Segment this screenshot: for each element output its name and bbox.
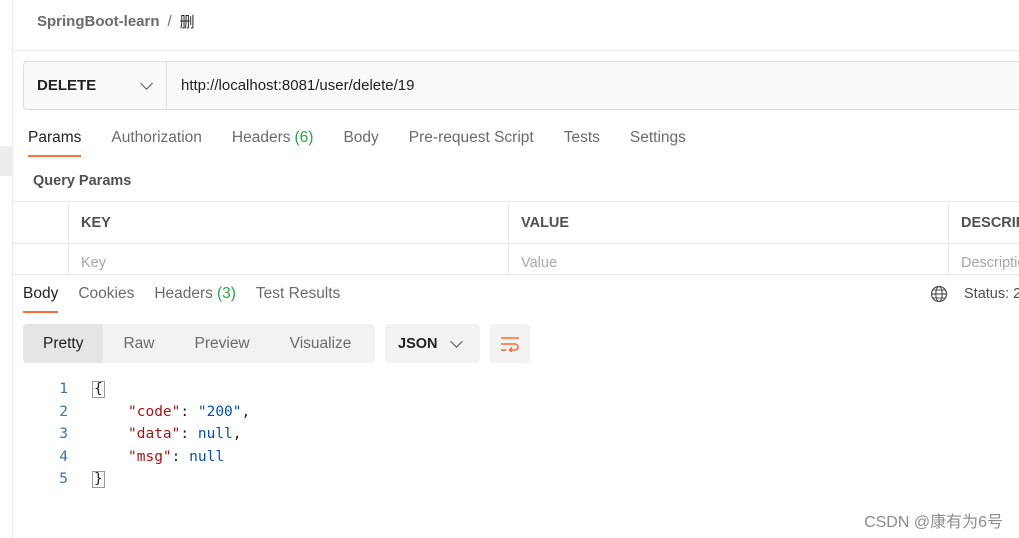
response-tab-body[interactable]: Body	[23, 285, 59, 313]
json-value: null	[189, 448, 225, 465]
line-number: 3	[59, 426, 68, 443]
code-line: 4 "msg": null	[38, 446, 250, 469]
watermark: CSDN @康有为6号	[864, 514, 1003, 531]
json-key: "data"	[128, 426, 181, 443]
code-line: 2 "code": "200",	[38, 401, 250, 424]
query-params-title: Query Params	[33, 173, 132, 189]
view-mode-group: Pretty Raw Preview Visualize	[23, 324, 375, 363]
key-input[interactable]: Key	[68, 244, 508, 275]
response-tab-cookies[interactable]: Cookies	[78, 285, 134, 313]
wrap-lines-icon	[501, 336, 519, 352]
json-key: "msg"	[128, 448, 172, 465]
tab-headers[interactable]: Headers (6)	[232, 129, 314, 157]
view-pretty-button[interactable]: Pretty	[23, 324, 104, 363]
description-input[interactable]: Description	[948, 244, 1019, 275]
url-input[interactable]: http://localhost:8081/user/delete/19	[167, 62, 1019, 109]
json-value: "200"	[197, 403, 242, 420]
response-headers-count-badge: (3)	[216, 285, 236, 302]
request-tabs: Params Authorization Headers (6) Body Pre…	[28, 129, 716, 157]
method-value: DELETE	[37, 77, 97, 94]
response-tabs: Body Cookies Headers (3) Test Results	[23, 285, 360, 313]
column-header-value: VALUE	[508, 202, 948, 243]
wrap-lines-button[interactable]	[490, 324, 530, 363]
rail-selection-mark	[0, 146, 12, 176]
response-body-editor[interactable]: 1 { 2 "code": "200", 3 "data": null, 4 "…	[38, 378, 250, 491]
column-header-description: DESCRIPTION	[948, 202, 1019, 243]
tab-pre-request-script[interactable]: Pre-request Script	[409, 129, 534, 157]
breadcrumb-collection[interactable]: SpringBoot-learn	[37, 13, 160, 30]
json-value: null	[197, 426, 233, 443]
globe-icon[interactable]	[930, 285, 948, 303]
code-line: 5 }	[38, 468, 250, 491]
breadcrumb-separator: /	[167, 12, 172, 30]
value-input[interactable]: Value	[508, 244, 948, 275]
request-url-bar: DELETE http://localhost:8081/user/delete…	[23, 61, 1019, 110]
chevron-down-icon	[140, 76, 153, 90]
chevron-down-icon	[450, 334, 463, 348]
response-tab-headers[interactable]: Headers (3)	[154, 285, 236, 313]
query-params-table: KEY VALUE DESCRIPTION Key Value Descript…	[12, 201, 1019, 275]
header-divider	[12, 50, 1019, 51]
table-header-row: KEY VALUE DESCRIPTION	[12, 202, 1019, 244]
column-header-key: KEY	[68, 202, 508, 243]
close-brace: }	[92, 470, 105, 488]
row-checkbox-cell	[12, 244, 68, 275]
status-text: Status: 200 OK	[964, 286, 1019, 302]
line-number: 5	[59, 471, 68, 488]
breadcrumb-request-name[interactable]: 删	[180, 11, 195, 32]
response-divider[interactable]	[12, 274, 1019, 275]
json-key: "code"	[128, 403, 181, 420]
headers-count-badge: (6)	[294, 129, 314, 146]
breadcrumb: SpringBoot-learn / 删	[37, 10, 195, 32]
line-number: 4	[59, 448, 68, 465]
tab-params[interactable]: Params	[28, 129, 82, 157]
view-visualize-button[interactable]: Visualize	[270, 324, 372, 363]
method-select[interactable]: DELETE	[24, 62, 167, 109]
tab-tests[interactable]: Tests	[564, 129, 600, 157]
open-brace: {	[92, 380, 105, 398]
tab-authorization[interactable]: Authorization	[111, 129, 201, 157]
view-raw-button[interactable]: Raw	[103, 324, 174, 363]
row-checkbox-column	[12, 202, 68, 243]
response-tab-test-results[interactable]: Test Results	[256, 285, 340, 313]
format-select[interactable]: JSON	[385, 324, 480, 363]
line-number: 2	[59, 403, 68, 420]
tab-body[interactable]: Body	[343, 129, 378, 157]
format-value: JSON	[398, 335, 438, 352]
response-status: Status: 200 OK	[930, 285, 1019, 303]
tab-settings[interactable]: Settings	[630, 129, 686, 157]
table-row: Key Value Description	[12, 244, 1019, 275]
code-line: 1 {	[38, 378, 250, 401]
view-preview-button[interactable]: Preview	[175, 324, 270, 363]
line-number: 1	[59, 381, 68, 398]
code-line: 3 "data": null,	[38, 423, 250, 446]
